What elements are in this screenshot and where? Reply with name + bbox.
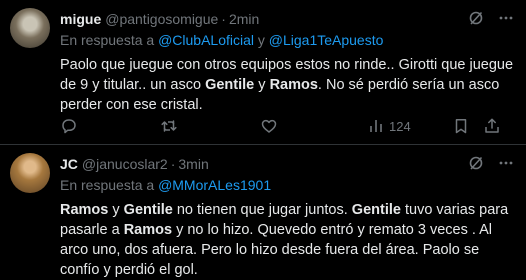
tweet-header: JC @janucoslar2 · 3min — [60, 155, 512, 173]
reply-context: En respuesta a @ClubALoficial y @Liga1Te… — [60, 32, 512, 50]
views-icon — [367, 117, 385, 135]
user-handle[interactable]: @janucoslar2 — [82, 156, 168, 172]
tweet-header: migue @pantigosomigue · 2min — [60, 10, 512, 28]
share-icon — [483, 117, 501, 135]
like-button[interactable] — [260, 117, 278, 135]
bold-text: Ramos — [269, 77, 318, 93]
avatar[interactable] — [10, 8, 50, 48]
mention-link[interactable]: @MMorALes1901 — [158, 177, 271, 193]
reply-context: En respuesta a @MMorALes1901 — [60, 177, 512, 195]
mention-link[interactable]: @Liga1TeApuesto — [269, 32, 384, 48]
retweet-icon — [160, 117, 178, 135]
reply-prefix: En respuesta a — [60, 177, 155, 193]
tweet-actions: 124 — [60, 117, 516, 135]
grok-icon[interactable] — [468, 155, 484, 176]
display-name[interactable]: migue — [60, 11, 101, 27]
share-button[interactable] — [483, 117, 501, 135]
bold-text: Ramos — [123, 222, 173, 238]
text-part: no tienen que jugar juntos. — [172, 202, 352, 218]
avatar[interactable] — [10, 153, 50, 193]
grok-icon[interactable] — [468, 10, 484, 31]
bold-text: Ramos — [60, 202, 109, 218]
text-part: y — [254, 77, 270, 93]
like-icon — [260, 117, 278, 135]
reply-joiner: y — [257, 32, 265, 48]
tweet-text: Paolo que juegue con otros equipos estos… — [60, 55, 516, 115]
reply-icon — [60, 117, 78, 135]
timestamp[interactable]: 2min — [229, 11, 259, 27]
bold-text: Gentile — [351, 202, 401, 218]
separator-dot: · — [170, 156, 176, 172]
reply-button[interactable] — [60, 117, 78, 135]
bold-text: Gentile — [123, 202, 173, 218]
bookmark-button[interactable] — [452, 117, 470, 135]
bold-text: Gentile — [205, 77, 255, 93]
more-icon[interactable] — [498, 10, 514, 31]
text-part: y — [108, 202, 124, 218]
timestamp[interactable]: 3min — [178, 156, 208, 172]
views-button[interactable]: 124 — [363, 117, 411, 135]
retweet-button[interactable] — [160, 117, 178, 135]
display-name[interactable]: JC — [60, 156, 78, 172]
reply-prefix: En respuesta a — [60, 32, 155, 48]
mention-link[interactable]: @ClubALoficial — [158, 32, 254, 48]
separator-dot: · — [221, 11, 226, 27]
tweet[interactable]: JC @janucoslar2 · 3min En respuesta a @M… — [0, 145, 526, 278]
views-count: 124 — [389, 118, 411, 134]
user-handle[interactable]: @pantigosomigue — [105, 11, 218, 27]
tweet-text: Ramos y Gentile no tienen que jugar junt… — [60, 200, 516, 280]
tweet[interactable]: migue @pantigosomigue · 2min En respuest… — [0, 0, 526, 145]
bookmark-icon — [452, 117, 470, 135]
more-icon[interactable] — [498, 155, 514, 176]
